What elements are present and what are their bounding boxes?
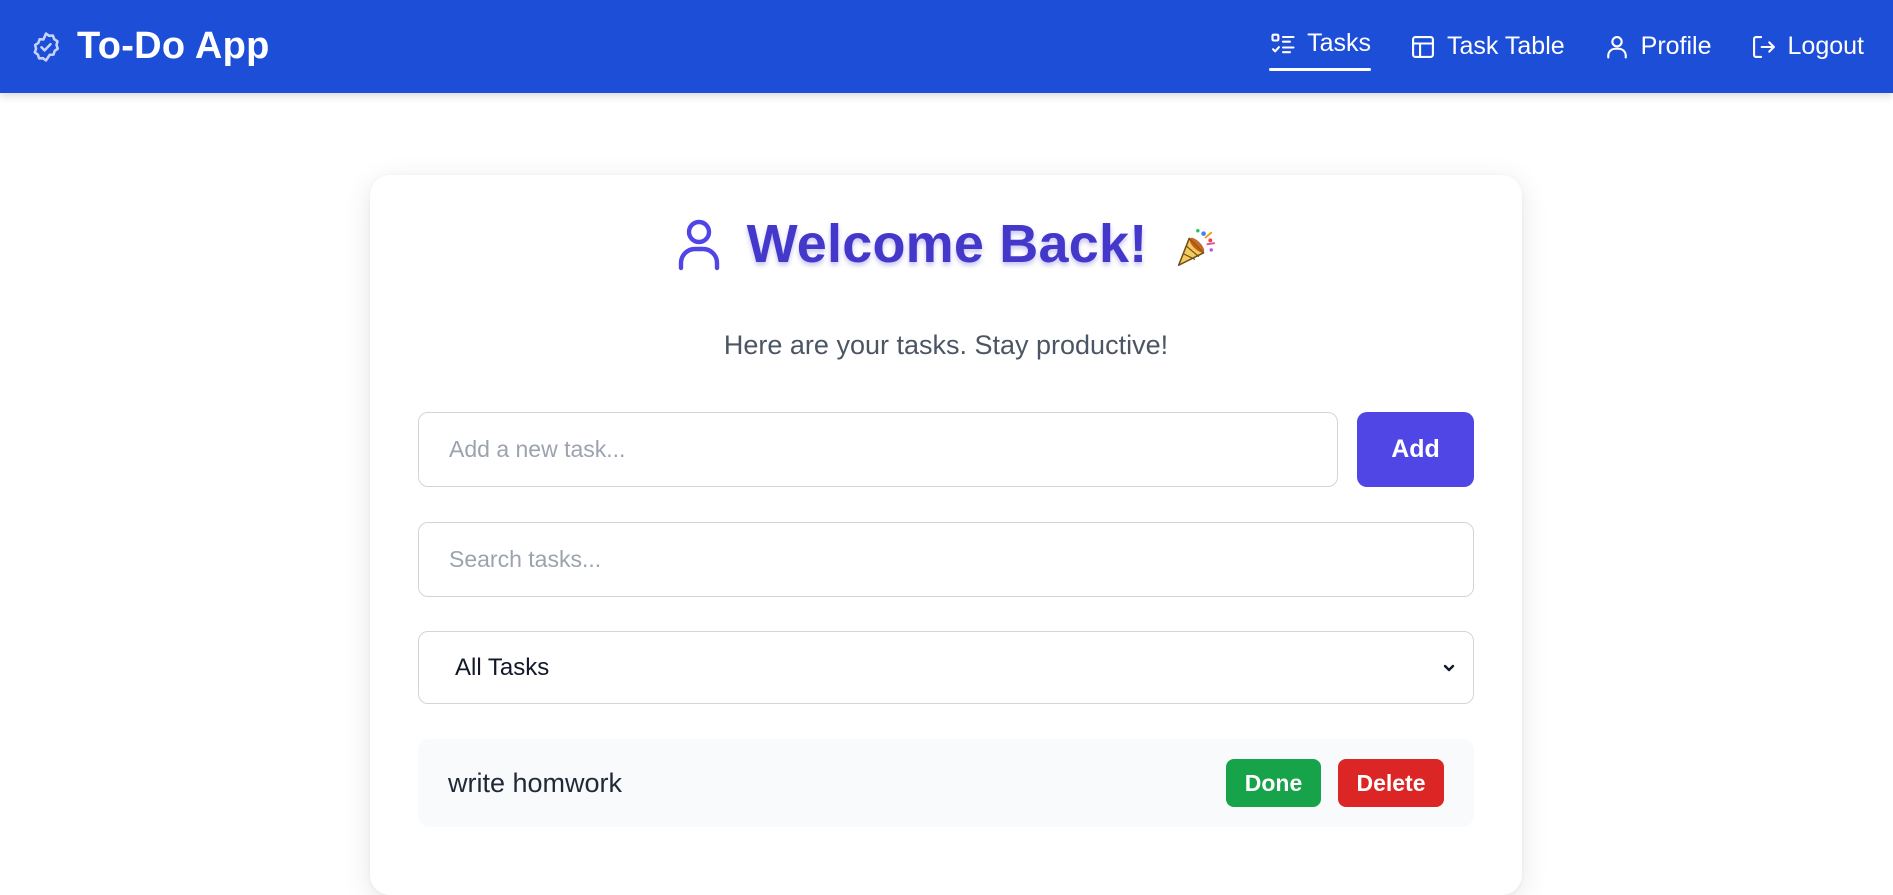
- new-task-input[interactable]: [418, 412, 1338, 487]
- nav-links: Tasks Task Table Profile Logout: [1269, 22, 1864, 72]
- list-checks-icon: [1269, 30, 1297, 58]
- nav-label-profile: Profile: [1640, 32, 1712, 60]
- task-text: write homwork: [448, 767, 623, 798]
- task-actions: Done Delete: [1226, 759, 1444, 807]
- nav-label-logout: Logout: [1787, 32, 1864, 60]
- add-button[interactable]: Add: [1357, 412, 1474, 487]
- subtitle: Here are your tasks. Stay productive!: [723, 330, 1169, 360]
- welcome-heading: Welcome Back!: [370, 213, 1522, 275]
- nav-label-task-table: Task Table: [1446, 32, 1565, 60]
- top-navbar: To-Do App Tasks Task Table Profile Logou…: [0, 0, 1893, 93]
- nav-item-profile[interactable]: Profile: [1603, 22, 1712, 72]
- filter-selected-value: All Tasks: [455, 653, 550, 681]
- welcome-title: Welcome Back!: [746, 214, 1148, 274]
- nav-label-tasks: Tasks: [1307, 29, 1371, 57]
- user-icon: [675, 216, 723, 272]
- task-card: Welcome Back! Here are your tasks. Stay …: [370, 175, 1522, 895]
- app-title: To-Do App: [77, 25, 270, 67]
- badge-check-icon: [29, 30, 63, 64]
- logout-icon: [1750, 33, 1778, 61]
- chevron-down-icon: [1439, 658, 1459, 678]
- party-popper-icon: [1171, 225, 1217, 271]
- table-icon: [1409, 33, 1437, 61]
- search-input[interactable]: [418, 522, 1474, 597]
- done-button[interactable]: Done: [1226, 759, 1321, 807]
- user-icon: [1603, 33, 1631, 61]
- brand[interactable]: To-Do App: [29, 25, 270, 68]
- task-filter-select[interactable]: All Tasks: [418, 631, 1474, 704]
- delete-button[interactable]: Delete: [1338, 759, 1444, 807]
- nav-item-task-table[interactable]: Task Table: [1409, 22, 1565, 72]
- nav-item-tasks[interactable]: Tasks: [1269, 19, 1371, 71]
- nav-item-logout[interactable]: Logout: [1750, 22, 1864, 72]
- task-list-item: write homwork Done Delete: [418, 739, 1474, 827]
